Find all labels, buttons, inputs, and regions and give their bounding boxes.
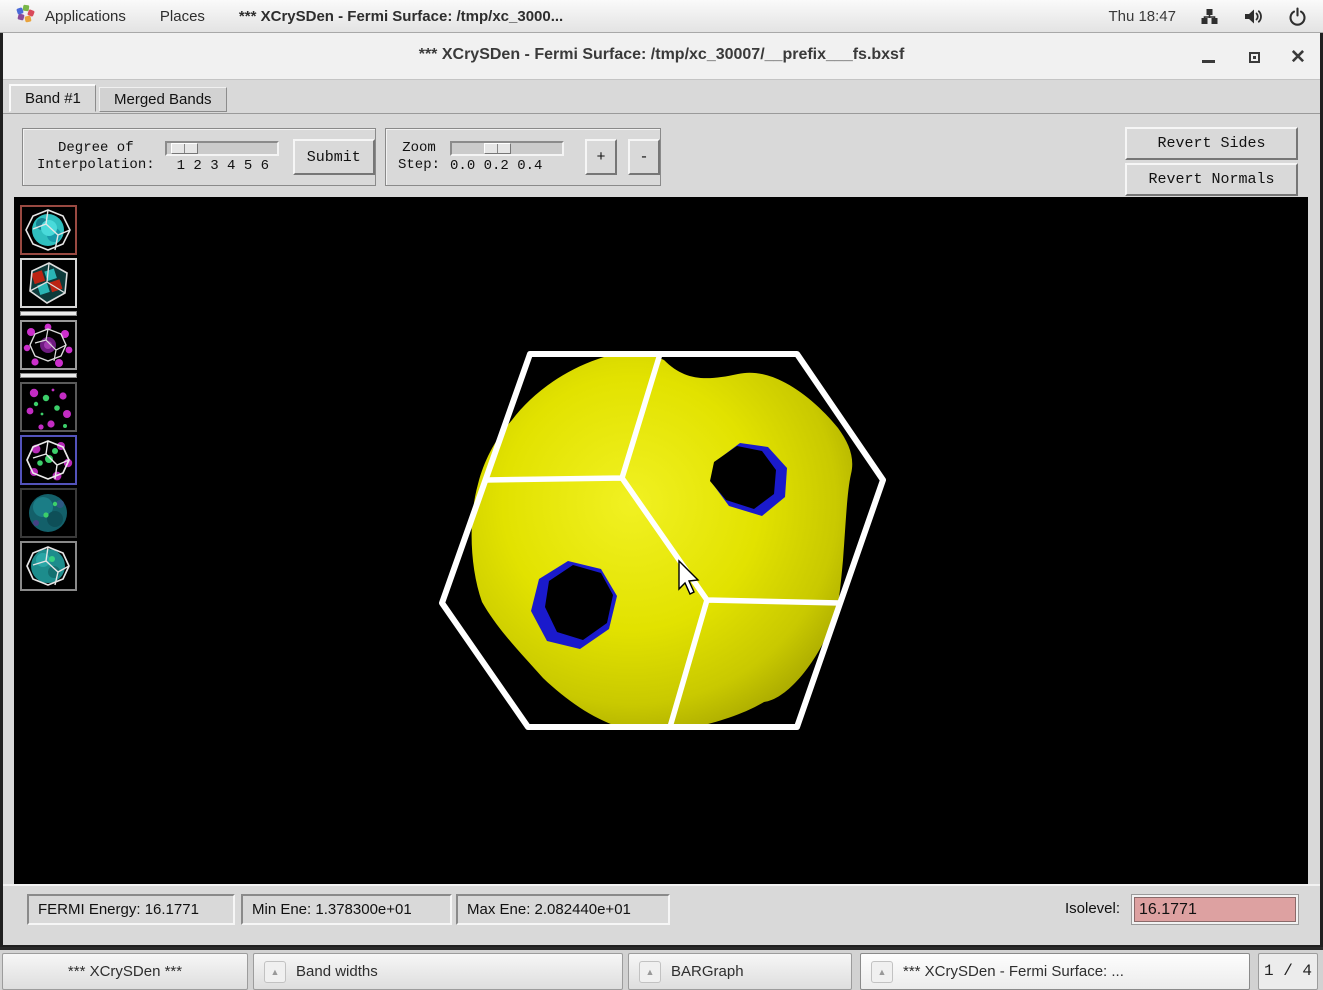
power-icon[interactable]: [1288, 7, 1307, 26]
brillouin-zone-scene: [14, 197, 1308, 884]
workspace-pager[interactable]: 1 / 4: [1258, 953, 1318, 990]
applications-menu-icon[interactable]: [16, 4, 35, 28]
max-energy-field: Max Ene: 2.082440e+01: [456, 894, 670, 925]
network-icon[interactable]: [1200, 7, 1219, 26]
isolevel-input[interactable]: [1134, 897, 1296, 922]
band-thumbnail-4[interactable]: [20, 382, 77, 432]
band-thumbnail-3[interactable]: [20, 320, 77, 370]
status-bar: FERMI Energy: 16.1771 Min Ene: 1.378300e…: [3, 884, 1320, 935]
close-button[interactable]: ✕: [1286, 45, 1310, 69]
toolbar: Degree of Interpolation: 1 2 3 4 5 6 Sub…: [3, 114, 1320, 197]
thumbnail-separator: [20, 311, 77, 316]
window-icon: ▲: [871, 961, 893, 983]
window-titlebar[interactable]: *** XCrySDen - Fermi Surface: /tmp/xc_30…: [3, 33, 1320, 80]
zoom-step-ticks: 0.0 0.2 0.4: [450, 158, 542, 174]
taskbar-button-label: Band widths: [296, 963, 378, 980]
interpolation-ticks: 1 2 3 4 5 6: [177, 158, 269, 174]
gnome-top-panel: Applications Places *** XCrySDen - Fermi…: [0, 0, 1323, 33]
interpolation-label: Degree of Interpolation:: [37, 140, 155, 175]
band-thumbnail-2[interactable]: [20, 258, 77, 308]
thumbnail-separator: [20, 373, 77, 378]
isolevel-label: Isolevel:: [1065, 900, 1120, 917]
panel-menu-places[interactable]: Places: [160, 8, 205, 25]
band-thumbnail-5[interactable]: [20, 435, 77, 485]
panel-clock[interactable]: Thu 18:47: [1108, 8, 1176, 25]
taskbar: *** XCrySDen *** ▲ Band widths ▲ BARGrap…: [0, 947, 1323, 990]
band-tabbar: Band #1 Merged Bands: [3, 81, 1320, 114]
submit-button[interactable]: Submit: [293, 139, 375, 175]
taskbar-button-label: *** XCrySDen ***: [68, 963, 182, 980]
zoom-step-slider[interactable]: [450, 141, 564, 156]
taskbar-button-bargraph[interactable]: ▲ BARGraph: [628, 953, 852, 990]
zoom-step-label: Zoom Step:: [398, 140, 440, 175]
minimize-button[interactable]: [1196, 45, 1220, 69]
window-icon: ▲: [264, 961, 286, 983]
band-thumbnail-6[interactable]: [20, 488, 77, 538]
revert-normals-button[interactable]: Revert Normals: [1125, 163, 1298, 196]
zoom-out-button[interactable]: -: [628, 139, 660, 175]
window-icon: ▲: [639, 961, 661, 983]
tab-merged-bands[interactable]: Merged Bands: [99, 87, 227, 112]
fermi-surface-blob: [472, 354, 853, 727]
min-energy-field: Min Ene: 1.378300e+01: [241, 894, 452, 925]
panel-menu-applications[interactable]: Applications: [45, 8, 126, 25]
isolevel-input-frame: [1131, 894, 1299, 925]
taskbar-button-label: *** XCrySDen - Fermi Surface: ...: [903, 963, 1124, 980]
band-thumbnail-list: [20, 205, 77, 594]
tab-band-1[interactable]: Band #1: [9, 84, 96, 112]
zoom-in-button[interactable]: +: [585, 139, 617, 175]
zoom-step-group: Zoom Step: 0.0 0.2 0.4 + -: [385, 128, 661, 186]
interpolation-slider-handle[interactable]: [171, 143, 198, 154]
taskbar-button-fermi-surface[interactable]: ▲ *** XCrySDen - Fermi Surface: ...: [860, 953, 1250, 990]
taskbar-button-xcrysden[interactable]: *** XCrySDen ***: [2, 953, 248, 990]
volume-icon[interactable]: [1243, 7, 1264, 26]
maximize-button[interactable]: [1242, 45, 1266, 69]
xcrysden-fermi-window: *** XCrySDen - Fermi Surface: /tmp/xc_30…: [0, 33, 1323, 947]
interpolation-group: Degree of Interpolation: 1 2 3 4 5 6 Sub…: [22, 128, 376, 186]
window-title: *** XCrySDen - Fermi Surface: /tmp/xc_30…: [3, 46, 1320, 64]
fermi-surface-viewport[interactable]: [14, 197, 1308, 884]
panel-active-window-title[interactable]: *** XCrySDen - Fermi Surface: /tmp/xc_30…: [239, 8, 563, 25]
revert-sides-button[interactable]: Revert Sides: [1125, 127, 1298, 160]
band-thumbnail-1[interactable]: [20, 205, 77, 255]
zoom-step-slider-handle[interactable]: [484, 143, 511, 154]
taskbar-button-label: BARGraph: [671, 963, 744, 980]
desktop-screen: Applications Places *** XCrySDen - Fermi…: [0, 0, 1323, 990]
band-thumbnail-7[interactable]: [20, 541, 77, 591]
fermi-energy-field: FERMI Energy: 16.1771: [27, 894, 235, 925]
interpolation-slider[interactable]: [165, 141, 279, 156]
taskbar-button-band-widths[interactable]: ▲ Band widths: [253, 953, 623, 990]
